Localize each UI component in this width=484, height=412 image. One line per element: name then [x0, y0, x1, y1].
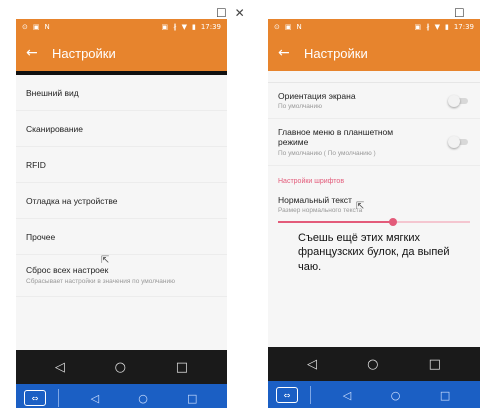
settings-detail-list: Ориентация экрана По умолчанию Главное м… — [268, 71, 480, 347]
reset-summary: Сбрасывает настройки в значения по умолч… — [26, 278, 175, 285]
nav-recent-icon[interactable]: □ — [176, 360, 188, 375]
wifi-icon: ▼ — [181, 23, 187, 31]
android-nav-bar: ◁ ○ □ — [16, 350, 227, 384]
nfc-status-icon: ▣ — [414, 23, 422, 31]
sync-icon: ⊙ — [22, 23, 28, 31]
emulator-bottom-bar: ⇔ ◁ ○ □ — [268, 381, 480, 408]
back-arrow-icon[interactable]: ← — [26, 45, 52, 61]
status-bar: ⊙ ▣ N ▣ ∦ ▼ ▮ 17:39 — [268, 19, 480, 35]
pref-summary: По умолчанию — [278, 103, 322, 111]
pref-screen-orientation[interactable]: Ориентация экрана По умолчанию — [268, 83, 480, 120]
sync-icon: ⊙ — [274, 23, 280, 31]
settings-list: Внешний вид Сканирование RFID Отладка на… — [16, 75, 227, 350]
page-title: Настройки — [304, 45, 368, 61]
reset-title: Сброс всех настроек — [26, 265, 109, 275]
bottom-back-icon[interactable]: ◁ — [91, 392, 99, 405]
bottom-recent-icon[interactable]: □ — [440, 389, 450, 402]
settings-item-reset[interactable]: Сброс всех настроек Сбрасывает настройки… — [16, 255, 227, 298]
mouse-cursor-icon: ⇱ — [101, 255, 110, 266]
orientation-toggle[interactable] — [448, 94, 470, 107]
nav-back-icon[interactable]: ◁ — [307, 357, 317, 372]
app-switch-icon[interactable]: ⇔ — [24, 390, 46, 406]
screenshot: ☐ ✕ ☐ ✕ ⊙ ▣ N ▣ ∦ ▼ ▮ 17:39 ← Настройки … — [0, 0, 484, 412]
back-arrow-icon[interactable]: ← — [278, 45, 304, 61]
emulator-bottom-bar: ⇔ ◁ ○ □ — [16, 384, 227, 408]
window-controls[interactable]: ☐ ✕ — [216, 6, 247, 20]
divider — [58, 389, 59, 407]
settings-item-other[interactable]: Прочее — [16, 219, 227, 255]
mouse-cursor-icon: ⇱ — [356, 201, 365, 212]
bottom-recent-icon[interactable]: □ — [187, 392, 197, 405]
app-switch-icon[interactable]: ⇔ — [276, 387, 298, 403]
bottom-home-icon[interactable]: ○ — [138, 392, 148, 405]
phone-screen-settings-detail: ⊙ ▣ N ▣ ∦ ▼ ▮ 17:39 ← Настройки Ориентац… — [268, 19, 480, 408]
nfc-icon: N — [44, 23, 50, 31]
bottom-back-icon[interactable]: ◁ — [343, 389, 351, 402]
nav-back-icon[interactable]: ◁ — [55, 360, 65, 375]
pref-title: Ориентация экрана — [278, 91, 356, 101]
font-size-slider[interactable] — [278, 217, 470, 227]
bluetooth-icon: ∦ — [173, 23, 177, 31]
phone-screen-settings: ⊙ ▣ N ▣ ∦ ▼ ▮ 17:39 ← Настройки Внешний … — [16, 19, 227, 408]
nav-recent-icon[interactable]: □ — [429, 357, 441, 372]
app-bar: ← Настройки — [16, 35, 227, 71]
battery-icon: ▮ — [191, 23, 196, 31]
pref-tablet-main-menu[interactable]: Главное меню в планшетном режиме По умол… — [268, 119, 480, 166]
pref-summary: Размер нормального текста — [278, 206, 363, 214]
status-time: 17:39 — [200, 23, 221, 31]
font-sample-text: Съешь ещё этих мягких французских булок,… — [298, 231, 450, 274]
page-title: Настройки — [52, 45, 116, 61]
app-bar: ← Настройки — [268, 35, 480, 71]
settings-item-scanning[interactable]: Сканирование — [16, 111, 227, 147]
nfc-icon: N — [296, 23, 302, 31]
slider-thumb[interactable] — [389, 217, 398, 226]
settings-item-rfid[interactable]: RFID — [16, 147, 227, 183]
bottom-home-icon[interactable]: ○ — [391, 389, 401, 402]
nfc-status-icon: ▣ — [161, 23, 169, 31]
pref-summary: По умолчанию ( По умолчанию ) — [278, 149, 376, 157]
status-bar: ⊙ ▣ N ▣ ∦ ▼ ▮ 17:39 — [16, 19, 227, 35]
scanner-icon: ▣ — [32, 23, 40, 31]
pref-title: Нормальный текст — [278, 194, 352, 205]
status-time: 17:39 — [453, 23, 474, 31]
scanner-icon: ▣ — [284, 23, 292, 31]
battery-icon: ▮ — [444, 23, 449, 31]
android-nav-bar: ◁ ○ □ — [268, 347, 480, 381]
nav-home-icon[interactable]: ○ — [115, 360, 126, 375]
divider — [310, 386, 311, 404]
settings-item-appearance[interactable]: Внешний вид — [16, 75, 227, 111]
settings-item-debug[interactable]: Отладка на устройстве — [16, 183, 227, 219]
category-fonts: Настройки шрифтов — [278, 177, 345, 185]
divider — [268, 71, 480, 83]
nav-home-icon[interactable]: ○ — [367, 357, 378, 372]
bluetooth-icon: ∦ — [426, 23, 430, 31]
tablet-menu-toggle[interactable] — [448, 135, 470, 148]
pref-normal-text[interactable]: Нормальный текст Размер нормального текс… — [268, 189, 480, 214]
pref-title: Главное меню в планшетном режиме — [278, 127, 394, 148]
wifi-icon: ▼ — [434, 23, 440, 31]
